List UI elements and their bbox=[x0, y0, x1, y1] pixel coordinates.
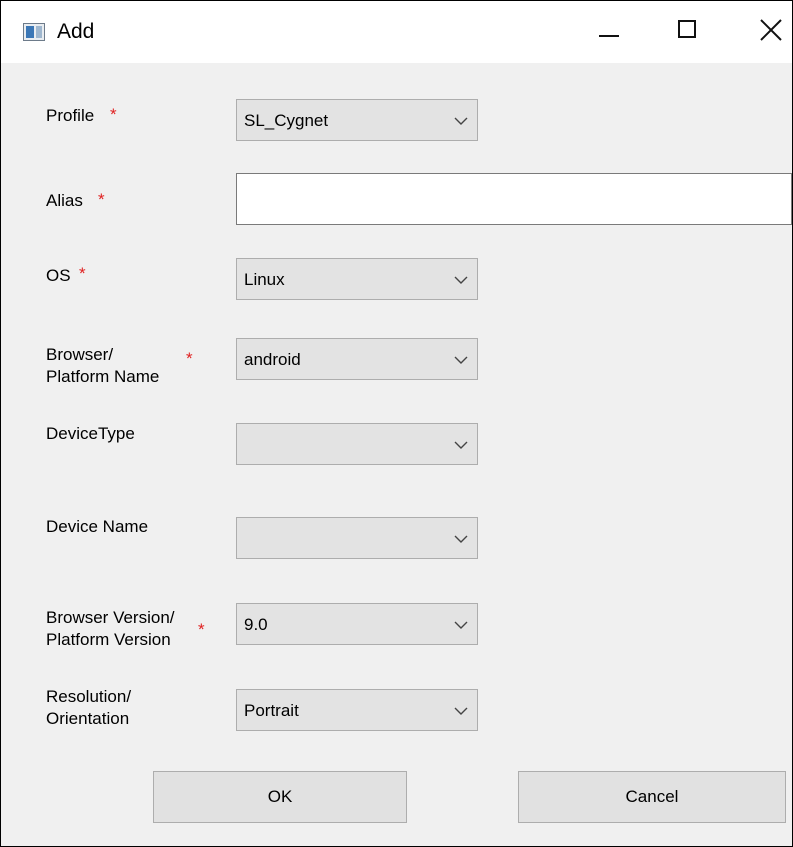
browser-version-required-marker: * bbox=[198, 620, 205, 639]
os-select-value: Linux bbox=[244, 270, 285, 289]
chevron-down-icon bbox=[454, 441, 468, 449]
chevron-down-icon bbox=[454, 117, 468, 125]
os-required-marker: * bbox=[79, 264, 86, 283]
resolution-select[interactable]: Portrait bbox=[236, 689, 478, 731]
device-name-label: Device Name bbox=[46, 517, 149, 536]
chevron-down-icon bbox=[454, 356, 468, 364]
add-dialog: Add Profile * SL_Cygnet Alias * OS * Lin… bbox=[0, 0, 793, 847]
window-app-icon bbox=[23, 23, 45, 41]
maximize-button[interactable] bbox=[656, 1, 720, 63]
chevron-down-icon bbox=[454, 621, 468, 629]
chevron-down-icon bbox=[454, 707, 468, 715]
resolution-label: Resolution/ Orientation bbox=[46, 687, 132, 728]
resolution-select-value: Portrait bbox=[244, 701, 299, 720]
browser-version-label: Browser Version/ Platform Version bbox=[46, 608, 175, 649]
alias-label: Alias bbox=[46, 191, 83, 210]
window-title: Add bbox=[57, 20, 95, 43]
alias-input[interactable] bbox=[236, 173, 792, 225]
title-bar[interactable]: Add bbox=[1, 1, 792, 63]
profile-select-value: SL_Cygnet bbox=[244, 111, 329, 130]
minimize-button[interactable] bbox=[577, 1, 641, 63]
browser-version-select[interactable]: 9.0 bbox=[236, 603, 478, 645]
alias-required-marker: * bbox=[98, 190, 105, 209]
device-type-select[interactable] bbox=[236, 423, 478, 465]
cancel-button[interactable]: Cancel bbox=[518, 771, 786, 823]
chevron-down-icon bbox=[454, 535, 468, 543]
minimize-icon bbox=[599, 35, 619, 37]
browser-select[interactable]: android bbox=[236, 338, 478, 380]
maximize-icon bbox=[678, 20, 696, 38]
profile-required-marker: * bbox=[110, 105, 117, 124]
ok-button[interactable]: OK bbox=[153, 771, 407, 823]
os-select[interactable]: Linux bbox=[236, 258, 478, 300]
chevron-down-icon bbox=[454, 276, 468, 284]
browser-label: Browser/ Platform Name bbox=[46, 345, 160, 386]
browser-required-marker: * bbox=[186, 349, 193, 368]
browser-version-select-value: 9.0 bbox=[244, 615, 268, 634]
browser-select-value: android bbox=[244, 350, 301, 369]
device-name-select[interactable] bbox=[236, 517, 478, 559]
os-label: OS bbox=[46, 266, 71, 285]
close-button[interactable] bbox=[737, 1, 792, 63]
close-icon bbox=[760, 19, 782, 41]
profile-select[interactable]: SL_Cygnet bbox=[236, 99, 478, 141]
device-type-label: DeviceType bbox=[46, 424, 135, 443]
profile-label: Profile bbox=[46, 106, 95, 125]
